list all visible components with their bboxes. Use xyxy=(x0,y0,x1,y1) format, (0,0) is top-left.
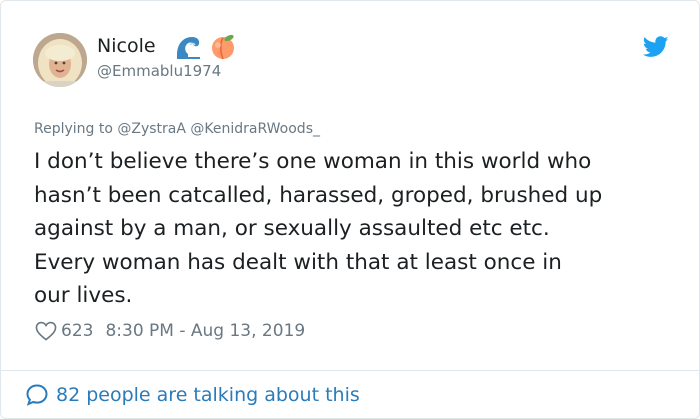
wave-emoji-icon xyxy=(174,33,202,61)
tweet-timestamp[interactable]: 8:30 PM - Aug 13, 2019 xyxy=(105,321,305,341)
conversation-label[interactable]: 82 people are talking about this xyxy=(56,384,360,406)
author-name[interactable]: Nicole xyxy=(97,35,156,57)
tweet-card: Nicole @Emmablu1974 Replying to @ZystraA… xyxy=(0,0,700,419)
chat-bubble-icon xyxy=(25,383,49,407)
twitter-bird-icon[interactable] xyxy=(642,36,669,58)
tweet-text: I don’t believe there’s one woman in thi… xyxy=(34,149,603,308)
like-count[interactable]: 623 xyxy=(61,321,93,341)
avatar[interactable] xyxy=(33,33,87,87)
tweet-meta: 623 8:30 PM - Aug 13, 2019 xyxy=(35,319,305,343)
heart-icon[interactable] xyxy=(35,321,57,341)
reply-mentions[interactable]: @ZystraA @KenidraRWoods_ xyxy=(117,121,320,137)
divider xyxy=(1,370,699,371)
author-handle[interactable]: @Emmablu1974 xyxy=(97,62,221,80)
reply-context: Replying to @ZystraA @KenidraRWoods_ xyxy=(34,121,320,137)
conversation-link[interactable]: 82 people are talking about this xyxy=(25,382,360,408)
peach-emoji-icon xyxy=(209,32,237,60)
reply-prefix: Replying to xyxy=(34,121,118,137)
